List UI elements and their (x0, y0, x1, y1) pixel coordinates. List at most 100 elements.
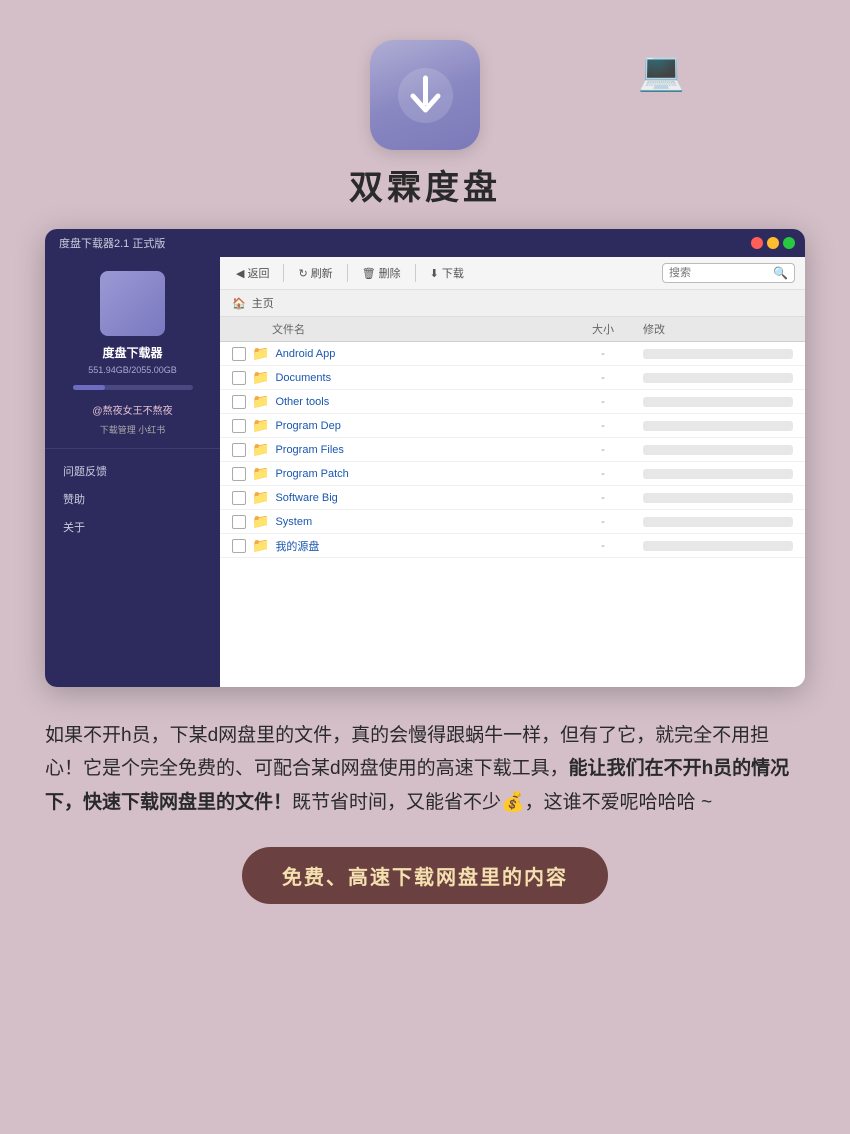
file-name: Program Dep (275, 420, 563, 432)
screenshot-window: 度盘下载器2.1 正式版 度盘下载器 551.94GB/2055.00GB @熬… (45, 229, 805, 687)
file-info-blurred (643, 517, 793, 527)
sidebar-storage-bar (73, 385, 193, 390)
sidebar-storage-fill (73, 385, 105, 390)
search-box[interactable]: 🔍 (662, 263, 795, 283)
table-row[interactable]: 📁 Android App - (220, 342, 805, 366)
file-info-blurred (643, 421, 793, 431)
titlebar-text: 度盘下载器2.1 正式版 (59, 235, 165, 251)
file-info-blurred (643, 373, 793, 383)
search-icon: 🔍 (773, 266, 788, 280)
table-row[interactable]: 📁 Other tools - (220, 390, 805, 414)
file-size: - (563, 540, 643, 552)
toolbar: ◀ 返回 ↻ 刷新 🗑 删除 ⬇ 下载 🔍 (220, 257, 805, 290)
file-checkbox[interactable] (232, 419, 246, 433)
file-name: System (275, 516, 563, 528)
file-list: 📁 Android App - 📁 Documents - 📁 Other to… (220, 342, 805, 687)
sidebar-divider (45, 448, 220, 449)
file-size: - (563, 444, 643, 456)
maximize-button-dot[interactable] (783, 237, 795, 249)
file-checkbox[interactable] (232, 443, 246, 457)
back-button[interactable]: ◀ 返回 (230, 263, 275, 283)
bottom-banner-text: 免费、高速下载网盘里的内容 (282, 867, 568, 889)
file-info-blurred (643, 493, 793, 503)
folder-icon: 📁 (252, 393, 269, 410)
icon-col-header (252, 321, 272, 337)
search-input[interactable] (669, 267, 769, 279)
breadcrumb: 🏠 主页 (220, 290, 805, 317)
toolbar-separator-2 (347, 264, 348, 282)
table-row[interactable]: 📁 System - (220, 510, 805, 534)
bottom-banner: 免费、高速下载网盘里的内容 (242, 847, 608, 904)
window-dots (751, 237, 795, 249)
body-text-section: 如果不开h员，下某d网盘里的文件，真的会慢得跟蜗牛一样，但有了它，就完全不用担心… (45, 719, 805, 819)
table-row[interactable]: 📁 Program Dep - (220, 414, 805, 438)
file-size: - (563, 468, 643, 480)
table-row[interactable]: 📁 Program Patch - (220, 462, 805, 486)
folder-icon: 📁 (252, 537, 269, 554)
sidebar-app-name: 度盘下载器 (102, 344, 162, 361)
table-row[interactable]: 📁 Documents - (220, 366, 805, 390)
sidebar-storage: 551.94GB/2055.00GB (88, 365, 177, 375)
app-icon-area: 💻 (20, 40, 830, 150)
sidebar-subtitle: 下载管理 小红书 (100, 423, 166, 436)
size-col-header: 大小 (563, 321, 643, 337)
refresh-button[interactable]: ↻ 刷新 (292, 263, 338, 283)
file-checkbox[interactable] (232, 395, 246, 409)
download-button[interactable]: ⬇ 下载 (424, 263, 470, 283)
window-body: 度盘下载器 551.94GB/2055.00GB @熬夜女王不熬夜 下载管理 小… (45, 257, 805, 687)
file-name: 我的源盘 (275, 538, 563, 554)
breadcrumb-label: 主页 (252, 295, 274, 311)
main-panel: ◀ 返回 ↻ 刷新 🗑 删除 ⬇ 下载 🔍 🏠 主页 (220, 257, 805, 687)
file-info-blurred (643, 469, 793, 479)
file-checkbox[interactable] (232, 539, 246, 553)
close-button-dot[interactable] (751, 237, 763, 249)
file-info-blurred (643, 349, 793, 359)
sidebar: 度盘下载器 551.94GB/2055.00GB @熬夜女王不熬夜 下载管理 小… (45, 257, 220, 687)
file-name: Android App (275, 348, 563, 360)
table-row[interactable]: 📁 我的源盘 - (220, 534, 805, 558)
sidebar-watermark: @熬夜女王不熬夜 (92, 402, 172, 417)
info-col-header: 修改 (643, 321, 793, 337)
file-info-blurred (643, 541, 793, 551)
file-info-blurred (643, 397, 793, 407)
file-checkbox[interactable] (232, 371, 246, 385)
filename-col-header: 文件名 (272, 321, 563, 337)
sidebar-menu-feedback[interactable]: 问题反馈 (45, 457, 220, 485)
folder-icon: 📁 (252, 417, 269, 434)
file-checkbox[interactable] (232, 491, 246, 505)
folder-icon: 📁 (252, 489, 269, 506)
avatar (100, 271, 165, 336)
file-name: Program Patch (275, 468, 563, 480)
window-titlebar: 度盘下载器2.1 正式版 (45, 229, 805, 257)
file-size: - (563, 348, 643, 360)
file-size: - (563, 420, 643, 432)
main-paragraph: 如果不开h员，下某d网盘里的文件，真的会慢得跟蜗牛一样，但有了它，就完全不用担心… (45, 719, 805, 819)
table-row[interactable]: 📁 Software Big - (220, 486, 805, 510)
file-size: - (563, 396, 643, 408)
app-icon (370, 40, 480, 150)
file-size: - (563, 516, 643, 528)
file-size: - (563, 372, 643, 384)
sidebar-menu-sponsor[interactable]: 赞助 (45, 485, 220, 513)
minimize-button-dot[interactable] (767, 237, 779, 249)
delete-button[interactable]: 🗑 删除 (356, 263, 407, 283)
folder-icon: 📁 (252, 465, 269, 482)
folder-icon: 📁 (252, 513, 269, 530)
file-list-header: 文件名 大小 修改 (220, 317, 805, 342)
toolbar-separator (283, 264, 284, 282)
file-checkbox[interactable] (232, 467, 246, 481)
laptop-icon: 💻 (638, 50, 685, 94)
home-icon: 🏠 (232, 297, 246, 310)
file-checkbox[interactable] (232, 347, 246, 361)
app-title: 双霖度盘 (349, 160, 501, 209)
table-row[interactable]: 📁 Program Files - (220, 438, 805, 462)
file-info-blurred (643, 445, 793, 455)
sidebar-menu-about[interactable]: 关于 (45, 513, 220, 541)
folder-icon: 📁 (252, 369, 269, 386)
folder-icon: 📁 (252, 441, 269, 458)
file-name: Other tools (275, 396, 563, 408)
checkbox-col-header (232, 321, 252, 337)
file-name: Documents (275, 372, 563, 384)
file-checkbox[interactable] (232, 515, 246, 529)
file-name: Software Big (275, 492, 563, 504)
